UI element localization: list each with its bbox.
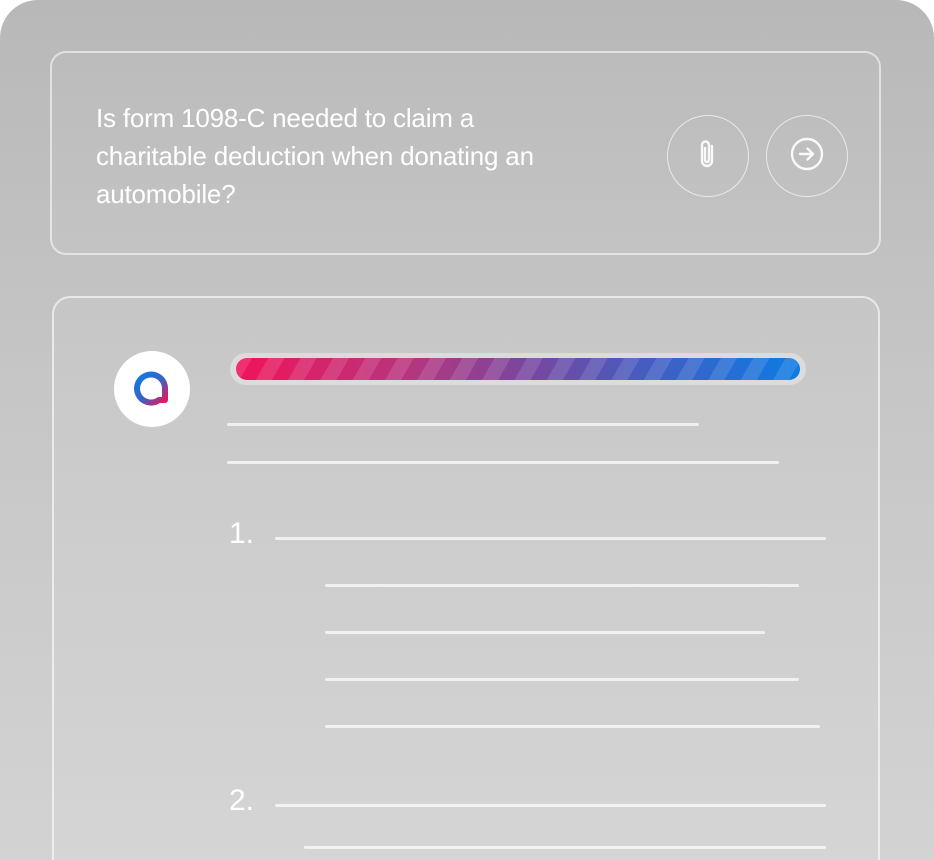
placeholder-line xyxy=(227,423,699,426)
attach-button[interactable] xyxy=(667,115,749,197)
progress-bar xyxy=(230,353,806,385)
list-number-2: 2. xyxy=(229,784,255,817)
placeholder-line xyxy=(304,846,826,849)
placeholder-line xyxy=(325,678,799,681)
placeholder-line xyxy=(275,804,826,807)
answer-card: 1. 2. xyxy=(52,296,880,860)
query-card: Is form 1098-C needed to claim a charita… xyxy=(50,51,881,255)
q-logo-icon xyxy=(129,364,175,415)
assistant-avatar xyxy=(114,351,190,427)
placeholder-line xyxy=(227,461,779,464)
placeholder-line xyxy=(325,725,820,728)
query-text: Is form 1098-C needed to claim a charita… xyxy=(96,103,534,209)
arrow-right-circle-icon xyxy=(788,135,826,178)
paperclip-icon xyxy=(693,137,723,176)
placeholder-line xyxy=(275,537,826,540)
app-frame: Is form 1098-C needed to claim a charita… xyxy=(0,0,934,860)
placeholder-line xyxy=(325,584,799,587)
list-number-1: 1. xyxy=(229,517,255,550)
progress-fill xyxy=(236,358,800,380)
send-button[interactable] xyxy=(766,115,848,197)
placeholder-line xyxy=(325,631,765,634)
